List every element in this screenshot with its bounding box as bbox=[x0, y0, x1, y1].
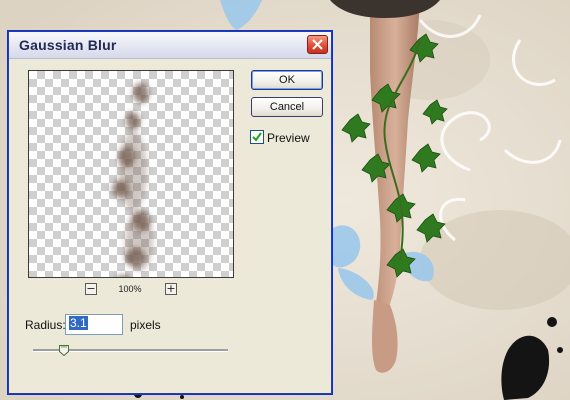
close-button[interactable] bbox=[307, 35, 328, 54]
preview-label: Preview bbox=[267, 131, 310, 145]
ok-button[interactable]: OK bbox=[251, 70, 323, 90]
checkmark-icon bbox=[252, 132, 262, 142]
preview-checkbox[interactable] bbox=[250, 130, 264, 144]
filter-preview-pane[interactable] bbox=[28, 70, 234, 278]
zoom-out-button[interactable]: − bbox=[85, 283, 97, 295]
zoom-in-button[interactable]: + bbox=[165, 283, 177, 295]
dialog-titlebar[interactable]: Gaussian Blur bbox=[9, 32, 331, 59]
units-label: pixels bbox=[130, 318, 161, 332]
radius-value: 3.1 bbox=[69, 316, 88, 330]
zoom-controls: − 100% + bbox=[85, 283, 185, 297]
radius-label: Radius: bbox=[25, 318, 66, 332]
radius-slider-thumb[interactable] bbox=[59, 345, 70, 356]
blurred-preview-image bbox=[112, 83, 153, 277]
radius-input[interactable]: 3.1 bbox=[65, 314, 123, 335]
zoom-level: 100% bbox=[118, 284, 142, 294]
close-icon bbox=[312, 39, 323, 50]
gaussian-blur-dialog: Gaussian Blur − 100% + OK Cancel Preview… bbox=[8, 31, 332, 394]
dialog-title: Gaussian Blur bbox=[19, 37, 117, 53]
cancel-button[interactable]: Cancel bbox=[251, 97, 323, 117]
